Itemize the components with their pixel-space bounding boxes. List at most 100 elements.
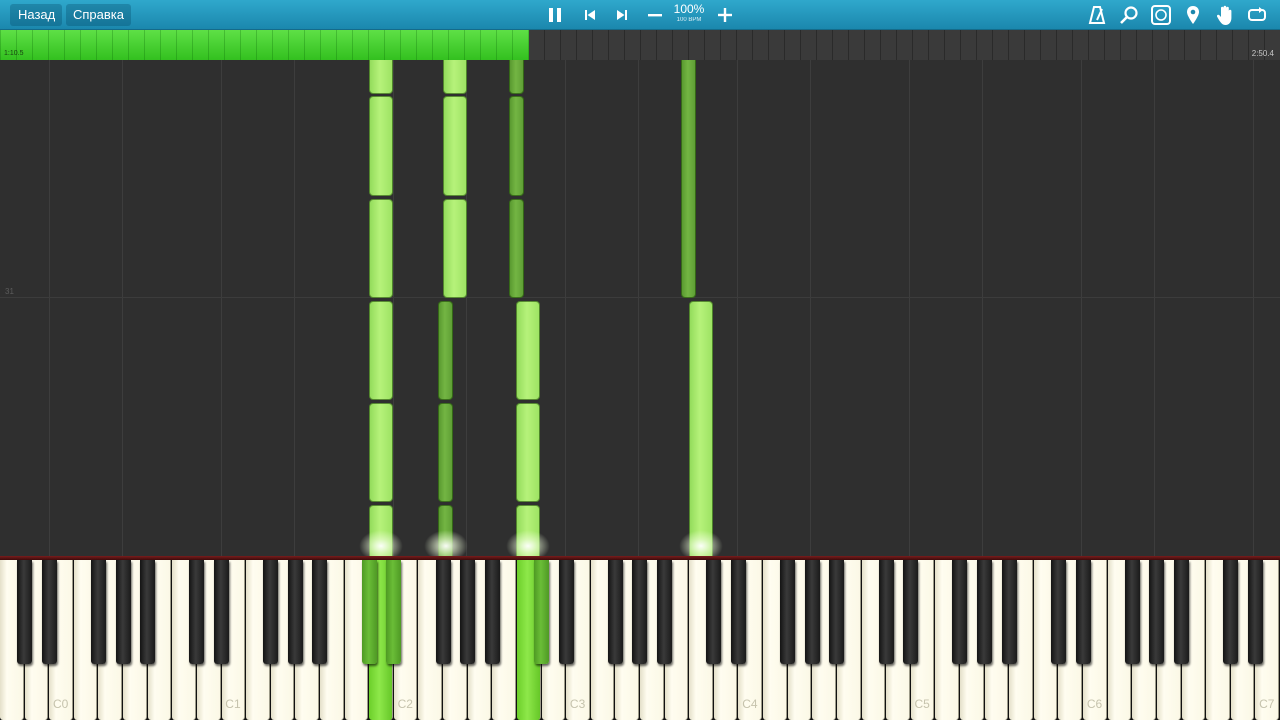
- octave-label: C3: [569, 697, 586, 711]
- black-key[interactable]: [1050, 560, 1066, 664]
- note: [509, 96, 524, 196]
- black-key[interactable]: [263, 560, 279, 664]
- black-key[interactable]: [435, 560, 451, 664]
- measure-line: [0, 297, 1280, 298]
- back-button[interactable]: Назад: [10, 4, 63, 26]
- help-button[interactable]: Справка: [66, 4, 131, 26]
- timeline-progress: [0, 30, 529, 60]
- timeline-progress-ticks: [0, 30, 529, 60]
- note: [369, 199, 393, 298]
- total-time: 2:50.4: [1251, 49, 1274, 58]
- note: [516, 403, 540, 502]
- note: [443, 96, 467, 196]
- black-key[interactable]: [1149, 560, 1165, 664]
- grid-line: [122, 60, 123, 556]
- black-key[interactable]: [1001, 560, 1017, 664]
- note: [681, 60, 696, 298]
- octave-label: C5: [914, 697, 930, 711]
- black-key[interactable]: [214, 560, 230, 664]
- note: [369, 60, 393, 94]
- black-key[interactable]: [90, 560, 106, 664]
- grid-line: [638, 60, 639, 556]
- black-key[interactable]: [903, 560, 919, 664]
- octave-label: C2: [397, 697, 413, 711]
- black-key[interactable]: [1223, 560, 1239, 664]
- note: [689, 301, 713, 556]
- grid-line: [294, 60, 295, 556]
- search-icon[interactable]: [1117, 3, 1141, 27]
- grid-line: [909, 60, 910, 556]
- speed-percent: 100%: [673, 2, 705, 16]
- pause-icon[interactable]: [543, 3, 567, 27]
- black-key[interactable]: [140, 560, 156, 664]
- key-hit-glow: [506, 530, 550, 556]
- black-key[interactable]: [484, 560, 500, 664]
- black-key[interactable]: [657, 560, 673, 664]
- skip-forward-icon[interactable]: [610, 3, 634, 27]
- black-key[interactable]: [632, 560, 648, 664]
- octave-label: C4: [742, 697, 758, 711]
- black-key[interactable]: [977, 560, 993, 664]
- grid-line: [810, 60, 811, 556]
- skip-back-icon[interactable]: [578, 3, 602, 27]
- black-key[interactable]: [1247, 560, 1263, 664]
- note: [509, 199, 524, 298]
- black-key[interactable]: [780, 560, 796, 664]
- note: [369, 403, 393, 502]
- speed-bpm: 100 BPM: [676, 17, 702, 23]
- note: [369, 96, 393, 196]
- note-roll: 31: [0, 60, 1280, 556]
- black-key[interactable]: [829, 560, 845, 664]
- note: [438, 301, 453, 400]
- minus-icon[interactable]: [643, 3, 667, 27]
- black-key[interactable]: [804, 560, 820, 664]
- black-key[interactable]: [534, 560, 550, 664]
- key-hit-glow: [424, 530, 468, 556]
- timeline-scrubber[interactable]: 1:10.5 2:50.4: [0, 30, 1280, 60]
- black-key[interactable]: [386, 560, 402, 664]
- key-hit-glow: [359, 530, 403, 556]
- octave-label: C1: [225, 697, 241, 711]
- black-key[interactable]: [41, 560, 57, 664]
- loop-icon[interactable]: [1245, 3, 1269, 27]
- black-key[interactable]: [1174, 560, 1190, 664]
- note: [443, 60, 467, 94]
- keyboard-labels-icon[interactable]: [1149, 3, 1173, 27]
- black-key[interactable]: [115, 560, 131, 664]
- hand-icon[interactable]: [1213, 3, 1237, 27]
- grid-line: [982, 60, 983, 556]
- note: [509, 60, 524, 94]
- black-key[interactable]: [1075, 560, 1091, 664]
- location-pin-icon[interactable]: [1181, 3, 1205, 27]
- speed-display: 100% 100 BPM: [670, 3, 708, 24]
- black-key[interactable]: [607, 560, 623, 664]
- black-key[interactable]: [878, 560, 894, 664]
- note: [438, 403, 453, 502]
- grid-line: [221, 60, 222, 556]
- note: [443, 199, 467, 298]
- toolbar: Назад Справка 100% 100 BPM: [0, 0, 1280, 30]
- black-key[interactable]: [361, 560, 377, 664]
- metronome-icon[interactable]: [1085, 3, 1109, 27]
- grid-line: [49, 60, 50, 556]
- plus-icon[interactable]: [713, 3, 737, 27]
- black-key[interactable]: [730, 560, 746, 664]
- black-key[interactable]: [189, 560, 205, 664]
- current-time: 1:10.5: [4, 50, 24, 57]
- grid-line: [1253, 60, 1254, 556]
- black-key[interactable]: [17, 560, 33, 664]
- black-key[interactable]: [312, 560, 328, 664]
- grid-line: [565, 60, 566, 556]
- grid-line: [1081, 60, 1082, 556]
- piano-keyboard: C0 C1 C2 C3 C4 C5 C6 C7: [0, 556, 1280, 720]
- note: [516, 301, 540, 400]
- black-key[interactable]: [706, 560, 722, 664]
- octave-label: C7: [1259, 697, 1275, 711]
- octave-label: C0: [53, 697, 69, 711]
- black-key[interactable]: [460, 560, 476, 664]
- black-key[interactable]: [558, 560, 574, 664]
- black-key[interactable]: [287, 560, 303, 664]
- black-key[interactable]: [952, 560, 968, 664]
- black-key[interactable]: [1124, 560, 1140, 664]
- octave-label: C6: [1086, 697, 1103, 711]
